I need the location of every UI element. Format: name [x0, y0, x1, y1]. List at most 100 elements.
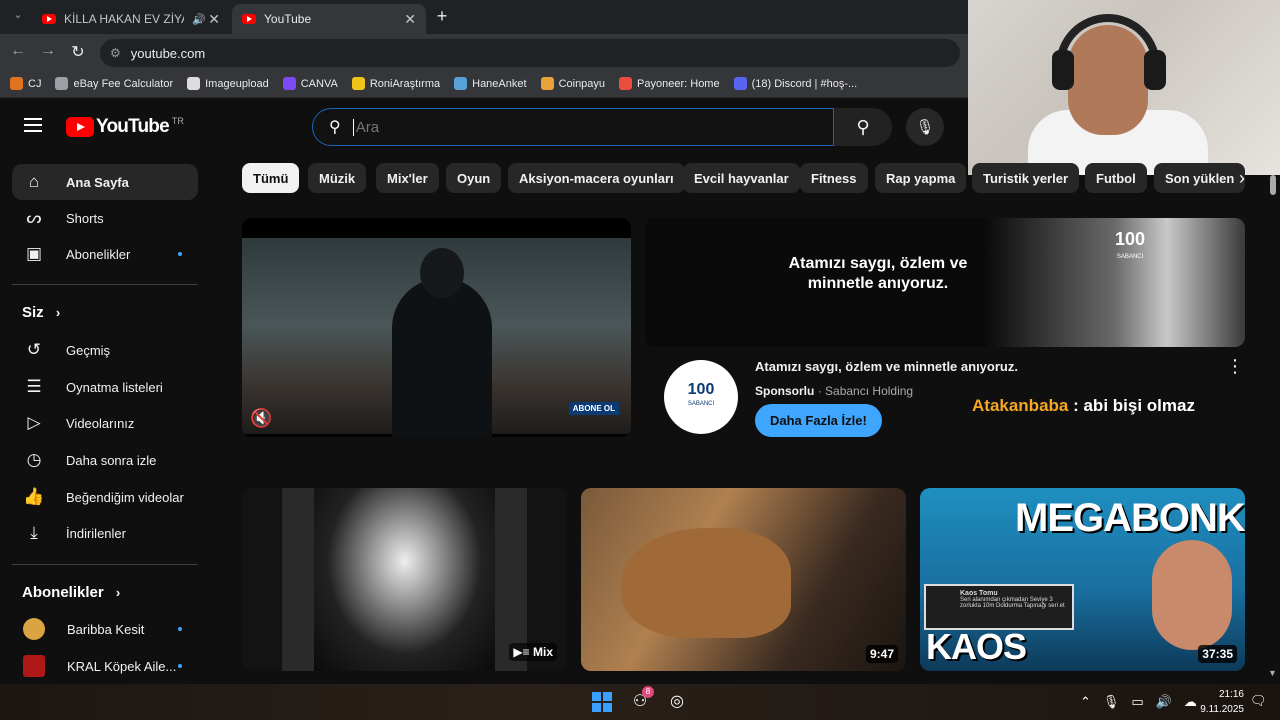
menu-icon[interactable]	[24, 118, 42, 132]
sidebar-item-shorts[interactable]: ᔕ Shorts	[12, 200, 198, 236]
chevron-right-icon[interactable]: ›	[1228, 165, 1256, 193]
ad-title[interactable]: Atamızı saygı, özlem ve minnetle anıyoru…	[755, 359, 1018, 374]
bookmark-label: CJ	[28, 77, 42, 90]
chevron-right-icon: ›	[115, 585, 121, 600]
sidebar-item-channel-kral[interactable]: KRAL Köpek Aile...	[12, 648, 198, 684]
advertiser-avatar[interactable]: 100 SABANCI	[664, 360, 738, 434]
chevron-up-icon[interactable]: ⌃	[1080, 694, 1091, 710]
search-box[interactable]: ⚲	[312, 108, 834, 146]
you-section-header[interactable]: Siz ›	[22, 304, 60, 321]
tab-youtube[interactable]: YouTube ✕	[232, 4, 426, 34]
close-tab-icon[interactable]: ✕	[404, 11, 416, 28]
forward-icon[interactable]: →	[38, 42, 58, 60]
lion-image	[621, 528, 791, 638]
filter-chip[interactable]: Fitness	[800, 163, 868, 193]
duration-badge: 9:47	[865, 645, 898, 663]
url-text: youtube.com	[130, 45, 206, 61]
video-thumbnail[interactable]: ▶≡ Mix	[242, 488, 567, 671]
bookmark-item[interactable]: RoniAraştırma	[351, 77, 440, 90]
new-content-dot	[178, 664, 182, 668]
scroll-down-arrow-icon[interactable]: ▼	[1268, 668, 1277, 678]
album-art	[314, 488, 495, 671]
tab-killa-hakan[interactable]: KİLLA HAKAN EV ZİYARETİ 🔊 ✕	[32, 4, 230, 34]
filter-chip[interactable]: Mix'ler	[376, 163, 439, 193]
bookmark-item[interactable]: eBay Fee Calculator	[55, 77, 173, 90]
bookmark-label: Payoneer: Home	[637, 77, 720, 90]
sidebar-item-label: Oynatma listeleri	[66, 379, 163, 395]
bookmark-label: (18) Discord | #hoş-...	[751, 77, 858, 90]
filter-chip[interactable]: Futbol	[1085, 163, 1147, 193]
meta-separator: ·	[817, 384, 822, 398]
video-thumbnail[interactable]: 9:47	[581, 488, 906, 671]
notification-icon[interactable]: 🗨	[1250, 693, 1267, 709]
sidebar-item-subscriptions[interactable]: ▣ Abonelikler	[12, 236, 198, 272]
back-icon[interactable]: ←	[8, 42, 28, 60]
bookmark-item[interactable]: HaneAnket	[454, 77, 527, 90]
bookmark-item[interactable]: Coinpayu	[540, 77, 605, 90]
filter-chip[interactable]: Oyun	[446, 163, 502, 193]
your-videos-icon: ▷	[27, 413, 41, 432]
taskbar-app-icon[interactable]: ⚇ 8	[628, 686, 654, 714]
sidebar-item-label: Geçmiş	[66, 342, 111, 358]
sidebar-item-history[interactable]: ↺ Geçmiş	[12, 332, 198, 368]
filter-chip[interactable]: Tümü	[242, 163, 300, 193]
bookmark-item[interactable]: CANVA	[282, 77, 338, 90]
you-header-label: Siz	[22, 304, 44, 321]
search-input[interactable]	[352, 118, 773, 136]
sidebar-item-channel-baribba[interactable]: Baribba Kesit	[12, 611, 198, 647]
filter-chip[interactable]: Turistik yerler	[972, 163, 1080, 193]
network-icon[interactable]: ☁	[1184, 694, 1197, 710]
sidebar-item-liked[interactable]: 👍 Beğendiğim videolar	[12, 479, 198, 515]
subscribe-badge: ABONE OL	[568, 402, 619, 415]
close-tab-icon[interactable]: ✕	[208, 11, 220, 28]
ad-banner[interactable]: Atamızı saygı, özlem ve minnetle anıyoru…	[645, 218, 1245, 347]
tab-list-icon[interactable]: ⌄	[8, 8, 28, 21]
bookmark-favicon-icon	[55, 77, 69, 90]
subscriptions-section-header[interactable]: Abonelikler ›	[22, 584, 120, 601]
sidebar-item-watch-later[interactable]: ◷ Daha sonra izle	[12, 442, 198, 478]
filter-chip[interactable]: Aksiyon-macera oyunları	[508, 163, 685, 193]
windows-start-icon[interactable]	[592, 692, 612, 712]
system-clock[interactable]: 21:16 9.11.2025	[1200, 687, 1244, 717]
sidebar-item-home[interactable]: ⌂ Ana Sayfa	[12, 164, 198, 200]
watch-later-icon: ◷	[26, 450, 42, 469]
muted-speaker-icon[interactable]: 🔇	[250, 408, 272, 429]
avatar	[23, 655, 45, 677]
mix-badge-label: Mix	[532, 645, 553, 659]
new-tab-icon[interactable]: +	[432, 6, 452, 27]
bookmark-item[interactable]: CJ	[10, 77, 41, 90]
ad-video-player[interactable]: ABONE OL	[242, 218, 631, 437]
bookmark-item[interactable]: (18) Discord | #hoş-...	[733, 77, 858, 90]
bookmark-item[interactable]: Payoneer: Home	[619, 77, 720, 90]
shorts-icon: ᔕ	[26, 208, 42, 227]
windows-taskbar: ⚇ 8 ◎ ⌃ 🎙 ▭ 🔊 ☁ 21:16 9.11.2025 🗨	[0, 684, 1280, 720]
site-info-icon[interactable]: ⚙	[110, 46, 121, 60]
youtube-logo[interactable]: YouTube TR	[66, 116, 184, 138]
bookmark-item[interactable]: Imageupload	[187, 77, 269, 90]
sidebar-item-your-videos[interactable]: ▷ Videolarınız	[12, 405, 198, 441]
chrome-app-icon[interactable]: ◎	[665, 690, 689, 714]
bookmark-label: CANVA	[300, 77, 338, 90]
url-field[interactable]: ⚙ youtube.com	[100, 39, 960, 67]
divider	[12, 564, 198, 565]
sidebar-item-downloads[interactable]: ⤓ İndirilenler	[12, 515, 198, 551]
brand-logo-name: SABANCI	[1116, 254, 1144, 260]
scrollbar-thumb[interactable]	[1270, 175, 1276, 195]
system-tray: ⌃ 🎙 ▭ 🔊 ☁	[1080, 694, 1197, 710]
filter-chip[interactable]: Rap yapma	[875, 163, 967, 193]
display-icon[interactable]: ▭	[1131, 694, 1143, 710]
reload-icon[interactable]: ↻	[68, 42, 88, 62]
search-button[interactable]: ⚲	[834, 108, 892, 146]
thumbnail-panel: Kaos Tomu Seri alanımdan çıkmadan Seviye…	[924, 584, 1074, 630]
more-vert-icon[interactable]: ⋮	[1226, 356, 1244, 377]
filter-chip[interactable]: Müzik	[308, 163, 367, 193]
volume-icon[interactable]: 🔊	[1156, 694, 1172, 710]
microphone-icon[interactable]: 🎙	[1103, 694, 1120, 710]
voice-search-button[interactable]: 🎙	[906, 108, 944, 146]
video-thumbnail[interactable]: MEGABONK! Kaos Tomu Seri alanımdan çıkma…	[920, 488, 1245, 671]
filter-chip[interactable]: Evcil hayvanlar	[683, 163, 800, 193]
sidebar-item-playlists[interactable]: ☰ Oynatma listeleri	[12, 369, 198, 405]
tab-title: KİLLA HAKAN EV ZİYARETİ	[64, 12, 184, 26]
ad-cta-button[interactable]: Daha Fazla İzle!	[755, 404, 882, 437]
duration-badge: 37:35	[1198, 645, 1237, 663]
